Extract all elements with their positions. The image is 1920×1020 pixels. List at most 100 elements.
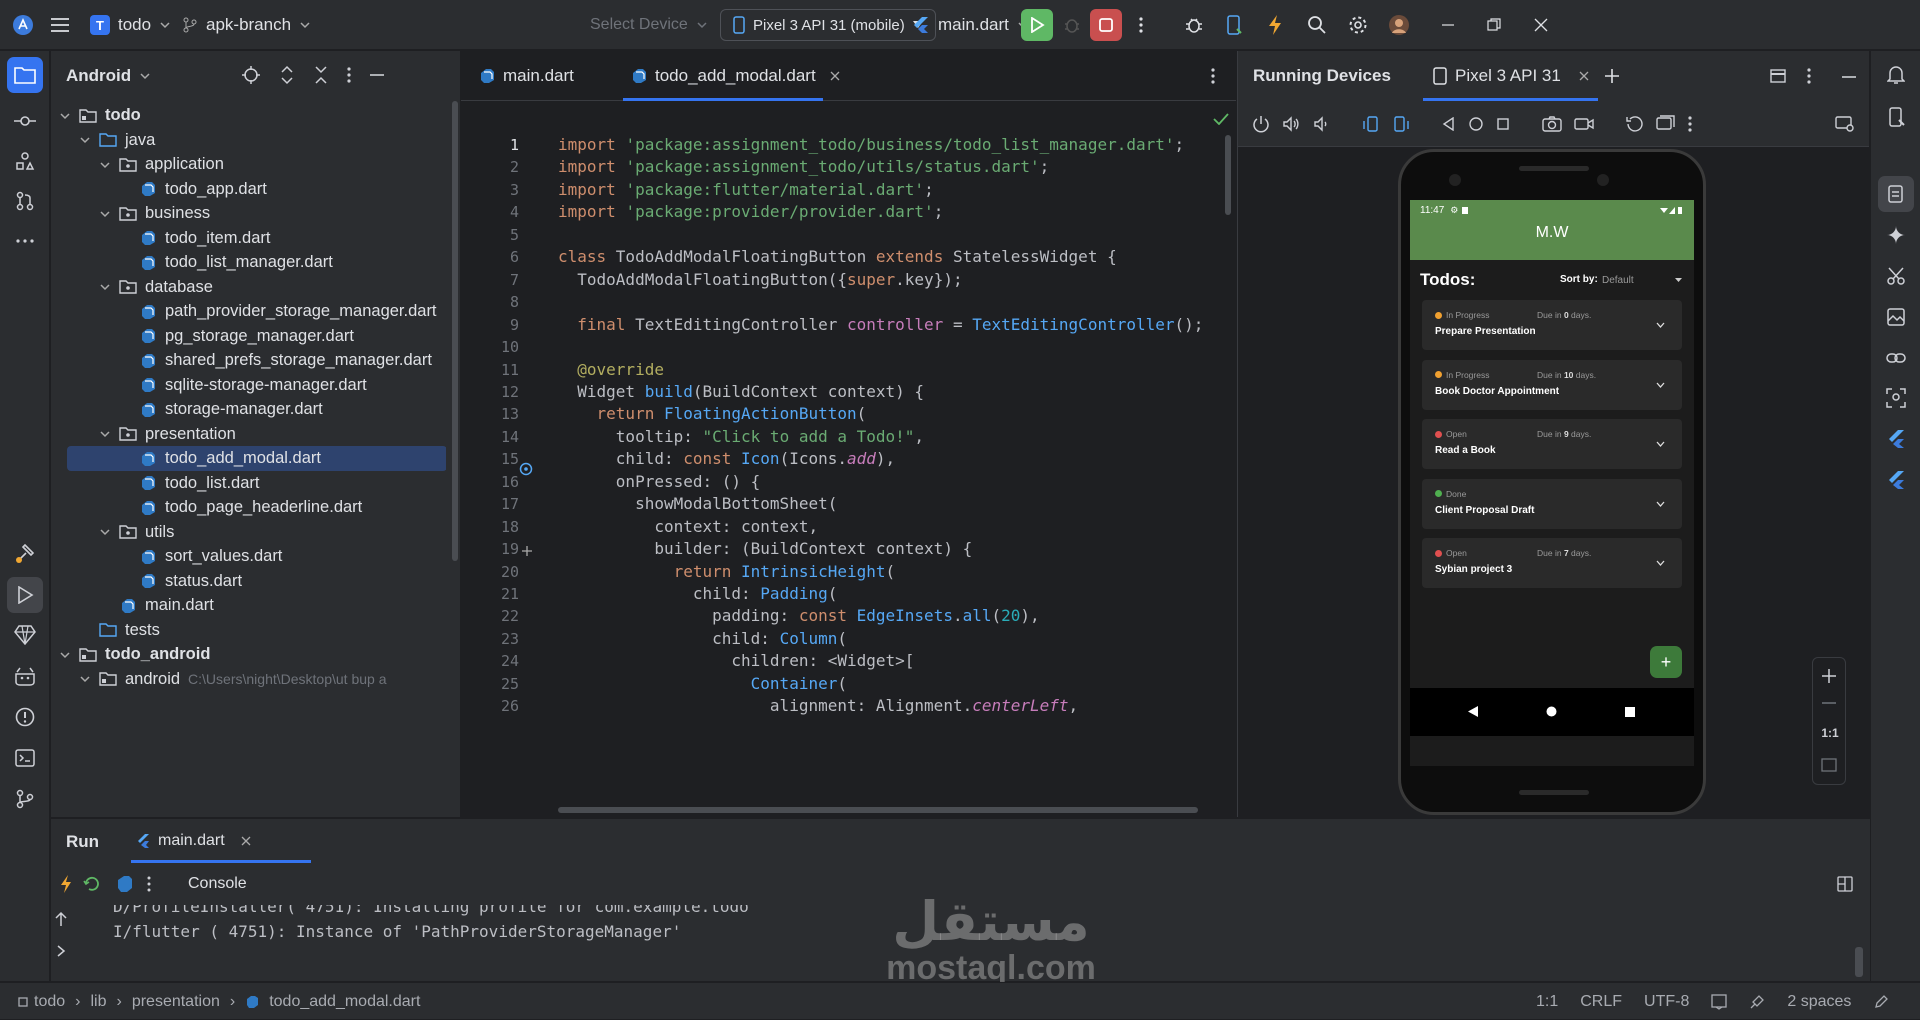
flutter-performance-tool-button[interactable] [1878, 462, 1914, 498]
tree-item[interactable]: todo [51, 103, 446, 128]
zoom-out-icon[interactable] [1821, 701, 1837, 705]
device-tab[interactable]: Pixel 3 API 31 [1433, 51, 1589, 101]
tree-item[interactable]: pg_storage_manager.dart [51, 324, 446, 349]
line-separator[interactable]: CRLF [1580, 993, 1622, 1011]
more-vertical-icon[interactable] [147, 876, 151, 892]
tree-item[interactable]: todo_android [51, 642, 446, 667]
close-tab-icon[interactable] [830, 71, 840, 81]
maximize-button[interactable] [1478, 9, 1510, 41]
file-encoding[interactable]: UTF-8 [1644, 993, 1689, 1011]
indent-setting[interactable]: 2 spaces [1787, 993, 1851, 1011]
todo-card[interactable]: In Progress Due in 10 days. Book Doctor Ap… [1422, 359, 1682, 410]
layout-icon[interactable] [1770, 69, 1786, 83]
version-control-tool-button[interactable] [7, 781, 43, 817]
editor-scrollbar[interactable] [1225, 135, 1231, 215]
chevron-down-icon[interactable] [59, 110, 71, 122]
hot-reload-button[interactable] [1259, 9, 1291, 41]
hide-panel-icon[interactable] [369, 73, 385, 77]
running-devices-tool-button[interactable] [1878, 176, 1914, 212]
main-menu[interactable] [12, 0, 34, 50]
tree-item[interactable]: path_provider_storage_manager.dart [51, 299, 446, 324]
avatar[interactable] [1383, 9, 1415, 41]
search-button[interactable] [1301, 9, 1333, 41]
hide-panel-icon[interactable] [1841, 75, 1857, 79]
pull-requests-tool-button[interactable] [7, 183, 43, 219]
add-todo-fab[interactable]: + [1650, 646, 1682, 678]
tab-todo-add-modal-dart[interactable]: todo_add_modal.dart [631, 51, 840, 101]
chevron-down-icon[interactable] [99, 208, 111, 220]
add-device-icon[interactable] [1604, 68, 1620, 84]
chevron-down-icon[interactable] [99, 281, 111, 293]
chevron-right-icon[interactable] [56, 945, 66, 957]
device-selector[interactable]: Pixel 3 API 31 (mobile) [720, 9, 936, 41]
gemini-tool-button[interactable] [7, 617, 43, 653]
scroll-up-icon[interactable] [54, 911, 68, 927]
terminal-tool-button[interactable] [7, 740, 43, 776]
console-tab[interactable]: Console [188, 875, 247, 893]
screen-record-icon[interactable] [1574, 116, 1594, 132]
tree-item[interactable]: todo_page_headerline.dart [51, 495, 446, 520]
run-tool-button[interactable] [7, 577, 43, 613]
tree-item[interactable]: java [51, 128, 446, 153]
minimize-button[interactable] [1432, 9, 1464, 41]
debug-button[interactable] [1056, 9, 1088, 41]
structure-tool-button[interactable] [7, 143, 43, 179]
link-tool-button[interactable] [1878, 340, 1914, 376]
close-window-button[interactable] [1525, 9, 1557, 41]
caret-position[interactable]: 1:1 [1536, 993, 1558, 1011]
collapse-all-icon[interactable] [313, 65, 329, 85]
tree-item[interactable]: android C:\Users\night\Desktop\ut bup a [51, 667, 446, 692]
layout-toggle-icon[interactable] [1837, 876, 1853, 892]
breadcrumb-item[interactable]: lib [90, 993, 106, 1011]
breadcrumb-item[interactable]: todo [34, 993, 65, 1011]
tree-item[interactable]: todo_list.dart [51, 471, 446, 496]
chevron-down-icon[interactable] [79, 673, 91, 685]
reset-icon[interactable] [1626, 115, 1644, 133]
screenshot-icon[interactable] [1542, 116, 1562, 132]
console-scrollbar[interactable] [1855, 947, 1863, 977]
tree-item[interactable]: todo_add_modal.dart [67, 446, 446, 471]
todo-card[interactable]: Done Client Proposal Draft [1422, 478, 1682, 529]
nav-home-icon[interactable] [1546, 706, 1557, 717]
logcat-tool-button[interactable] [7, 658, 43, 694]
gemini-ai-tool-button[interactable] [1878, 217, 1914, 253]
run-button[interactable] [1021, 9, 1053, 41]
code-area[interactable]: import 'package:assignment_todo/business… [558, 102, 1223, 817]
zoom-in-icon[interactable] [1821, 668, 1837, 684]
device-manager-tool-button[interactable] [1878, 99, 1914, 135]
tree-item[interactable]: storage-manager.dart [51, 397, 446, 422]
home-icon[interactable] [1468, 116, 1484, 132]
power-icon[interactable] [1252, 115, 1270, 133]
expand-all-icon[interactable] [279, 65, 295, 85]
tree-item[interactable]: main.dart [51, 593, 446, 618]
tree-item[interactable]: status.dart [51, 569, 446, 594]
device-explorer-tool-button[interactable] [1878, 380, 1914, 416]
more-tools-button[interactable] [7, 223, 43, 259]
chevron-down-icon[interactable] [1656, 560, 1665, 566]
settings-button[interactable] [1342, 9, 1374, 41]
chevron-down-icon[interactable] [79, 134, 91, 146]
hot-restart-icon[interactable] [83, 876, 101, 892]
tree-item[interactable]: presentation [51, 422, 446, 447]
zoom-fit-icon[interactable] [1821, 758, 1837, 772]
tree-item[interactable]: sort_values.dart [51, 544, 446, 569]
device-screen[interactable]: 11:47 ⚙ M.W Todos: Sort by: Default In P… [1410, 200, 1694, 766]
chevron-down-icon[interactable] [1656, 382, 1665, 388]
project-tool-button[interactable] [7, 57, 43, 93]
chevron-down-icon[interactable] [99, 159, 111, 171]
rotate-right-icon[interactable] [1392, 115, 1410, 133]
project-selector[interactable]: T todo [90, 0, 171, 50]
tab-options-icon[interactable] [1211, 67, 1215, 85]
chevron-down-icon[interactable] [139, 70, 151, 82]
select-device-dropdown[interactable]: Select Device [590, 0, 708, 50]
problems-tool-button[interactable] [7, 699, 43, 735]
device-manager-button[interactable] [1218, 9, 1250, 41]
tree-item[interactable]: todo_item.dart [51, 226, 446, 251]
attach-debugger-button[interactable] [1178, 9, 1210, 41]
chevron-down-icon[interactable] [1656, 322, 1665, 328]
emulator-settings-icon[interactable] [1835, 115, 1855, 133]
tree-scrollbar[interactable] [452, 101, 458, 561]
project-view-selector[interactable]: Android [66, 66, 131, 86]
breadcrumb-item[interactable]: todo_add_modal.dart [269, 993, 420, 1011]
tree-item[interactable]: todo_app.dart [51, 177, 446, 202]
